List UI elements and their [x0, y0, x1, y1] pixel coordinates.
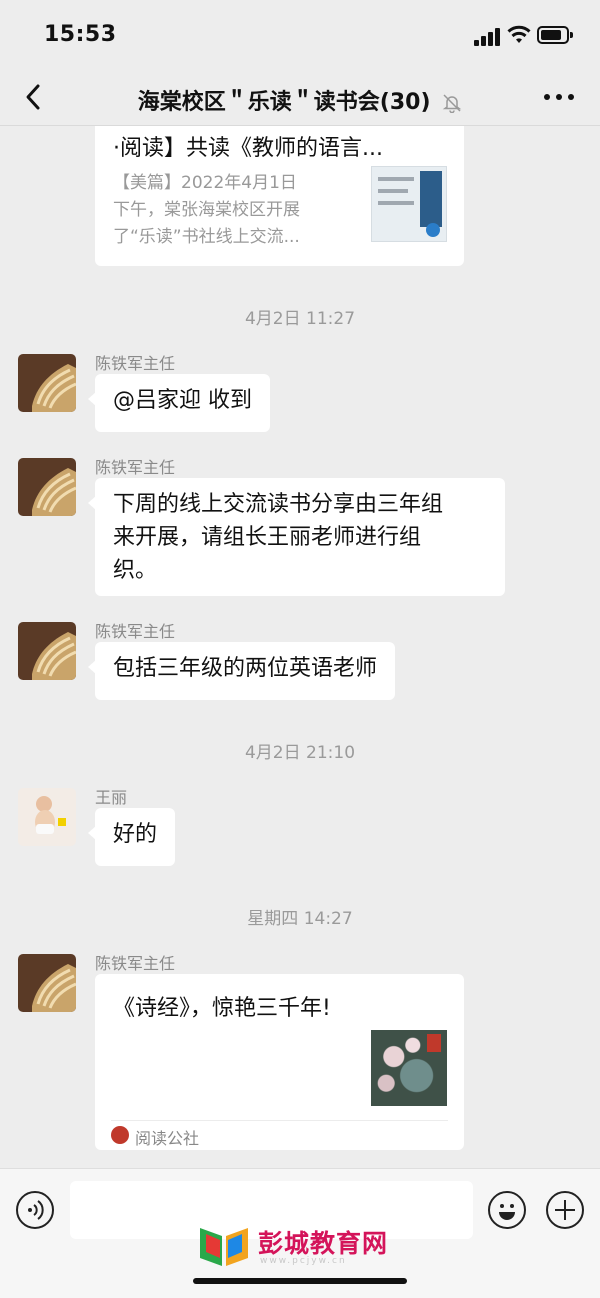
shared-article-card[interactable]: ·阅读】共读《教师的语言... 【美篇】2022年4月1日 下午，棠张海棠校区开… — [95, 126, 464, 266]
link-card[interactable]: 《诗经》，惊艳三千年! 阅读公社 — [95, 974, 464, 1150]
article-title: ·阅读】共读《教师的语言... — [113, 136, 383, 161]
avatar[interactable] — [18, 622, 76, 680]
message-list[interactable]: ·阅读】共读《教师的语言... 【美篇】2022年4月1日 下午，棠张海棠校区开… — [0, 126, 600, 1168]
message-bubble[interactable]: 下周的线上交流读书分享由三年组 来开展，请组长王丽老师进行组 织。 — [88, 478, 505, 596]
add-attachment-icon[interactable] — [546, 1191, 584, 1229]
link-source: 阅读公社 — [135, 1129, 200, 1148]
site-watermark: 彭城教育网 www.pcjyw.cn — [196, 1220, 416, 1270]
article-desc-line3: 了“乐读”书社线上交流... — [113, 227, 300, 247]
timestamp: 星期四 14:27 — [247, 909, 353, 929]
avatar[interactable] — [18, 788, 76, 846]
mute-bell-icon — [442, 94, 462, 113]
article-thumbnail — [371, 166, 447, 242]
watermark-name: 彭城教育网 — [258, 1229, 389, 1258]
message-bubble[interactable]: 包括三年级的两位英语老师 — [87, 642, 396, 700]
voice-input-icon[interactable] — [16, 1191, 54, 1229]
status-time: 15:53 — [44, 22, 117, 47]
battery-icon — [537, 26, 573, 44]
status-bar: 15:53 — [0, 0, 600, 70]
more-options-icon[interactable] — [544, 94, 576, 102]
article-desc-line2: 下午，棠张海棠校区开展 — [113, 200, 300, 220]
avatar[interactable] — [18, 458, 76, 516]
sender-name: 陈铁军主任 — [95, 354, 176, 373]
timestamp: 4月2日 21:10 — [244, 743, 356, 763]
watermark-url: www.pcjyw.cn — [260, 1256, 347, 1266]
message-bubble[interactable]: 好的 — [87, 808, 176, 866]
sender-name: 陈铁军主任 — [95, 622, 176, 641]
message-line: 来开展，请组长王丽老师进行组 — [113, 525, 422, 550]
link-title: 《诗经》，惊艳三千年! — [113, 996, 331, 1021]
book-logo-icon — [200, 1228, 248, 1266]
message-line: 织。 — [113, 558, 158, 583]
reading-club-logo-icon — [111, 1126, 129, 1144]
sender-name: 陈铁军主任 — [95, 954, 176, 973]
avatar[interactable] — [18, 354, 76, 412]
chat-title: 海棠校区＂乐读＂读书会(30) — [137, 90, 431, 115]
sender-name: 王丽 — [95, 788, 128, 807]
wifi-icon — [507, 25, 531, 43]
avatar[interactable] — [18, 954, 76, 1012]
message-line: 下周的线上交流读书分享由三年组 — [113, 492, 444, 517]
chat-header: 海棠校区＂乐读＂读书会(30) — [0, 70, 600, 126]
message-bubble[interactable]: @吕家迎 收到 — [88, 374, 270, 432]
timestamp: 4月2日 11:27 — [244, 309, 356, 329]
link-thumbnail — [371, 1030, 447, 1106]
home-indicator[interactable] — [193, 1278, 407, 1284]
article-desc-line1: 【美篇】2022年4月1日 — [113, 173, 297, 193]
emoji-icon[interactable] — [488, 1191, 526, 1229]
cellular-signal-icon — [474, 28, 502, 46]
sender-name: 陈铁军主任 — [95, 458, 176, 477]
